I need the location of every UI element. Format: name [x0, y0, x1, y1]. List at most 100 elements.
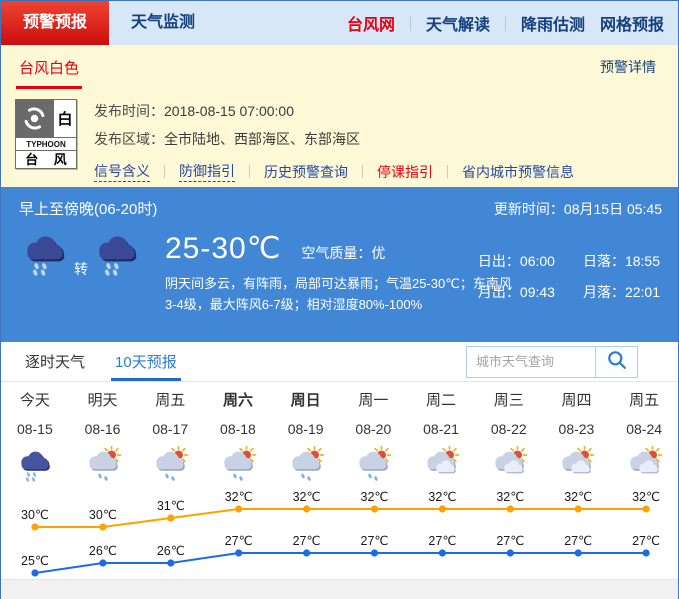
nav-tab-1[interactable]: 天气监测	[109, 1, 217, 45]
svg-text:32℃: 32℃	[361, 490, 389, 504]
sun-moon-times: 日出：06:00日落：18:55月出：09:43月落：22:01	[478, 251, 660, 302]
day-name: 周六	[204, 388, 272, 414]
day-date: 08-15	[1, 414, 69, 442]
forecast-day-column-2: 周五08-17	[136, 388, 204, 486]
warning-link-3[interactable]: 停课指引	[377, 162, 433, 182]
search-button[interactable]	[596, 346, 638, 378]
publish-area-label: 发布区域：	[94, 131, 164, 147]
city-weather-search	[466, 346, 638, 378]
typhoon-cn-label: 台 风	[16, 150, 76, 168]
sun-moon-item-2: 月出：09:43	[478, 282, 555, 302]
weather-icon-sun-cloudy	[475, 442, 543, 486]
day-date: 08-17	[136, 414, 204, 442]
link-separator	[249, 165, 250, 178]
transition-label: 转	[74, 259, 88, 279]
day-name: 周五	[136, 388, 204, 414]
nav-tab-0[interactable]: 预警预报	[1, 1, 109, 45]
warning-panel: 白 TYPHOON 台 风 发布时间：2018-08-15 07:00:00 发…	[1, 89, 678, 187]
day-date: 08-24	[610, 414, 678, 442]
warning-type-tab[interactable]: 台风白色	[19, 45, 79, 89]
link-separator	[447, 165, 448, 178]
nav-link-3[interactable]: 网格预报	[600, 11, 664, 35]
day-name: 明天	[69, 388, 137, 414]
warning-info: 发布时间：2018-08-15 07:00:00 发布区域：全市陆地、西部海区、…	[94, 99, 574, 187]
sun-moon-item-1: 日落：18:55	[583, 251, 660, 271]
nav-link-1[interactable]: 天气解读	[426, 11, 490, 35]
forecast-day-column-1: 明天08-16	[69, 388, 137, 486]
warning-link-1[interactable]: 防御指引	[179, 161, 235, 182]
svg-text:27℃: 27℃	[564, 534, 592, 548]
weather-warning-page: 预警预报天气监测 台风网 天气解读 降雨估测网格预报 台风白色 预警详情 白 TYP…	[0, 0, 679, 599]
temperature-range: 25-30℃	[165, 231, 281, 266]
nav-link-0[interactable]: 台风网	[347, 11, 395, 35]
typhoon-spiral-icon	[16, 100, 54, 137]
svg-text:30℃: 30℃	[89, 508, 117, 522]
forecast-tab-bar: 逐时天气 10天预报	[1, 342, 678, 382]
current-weather-icon-rain-big	[19, 229, 71, 281]
svg-text:32℃: 32℃	[496, 490, 524, 504]
tab-1[interactable]: 10天预报	[115, 342, 177, 381]
svg-text:31℃: 31℃	[157, 499, 185, 513]
weather-description: 阴天间多云，有阵雨，局部可达暴雨；气温25-30℃；东南风3-4级，最大阵风6-…	[165, 273, 517, 315]
svg-text:32℃: 32℃	[225, 490, 253, 504]
svg-text:27℃: 27℃	[225, 534, 253, 548]
day-name: 周三	[475, 388, 543, 414]
day-date: 08-19	[272, 414, 340, 442]
warning-link-2[interactable]: 历史预警查询	[264, 162, 348, 182]
air-quality: 空气质量：优	[301, 243, 385, 263]
day-name: 周四	[543, 388, 611, 414]
top-nav: 预警预报天气监测 台风网 天气解读 降雨估测网格预报	[1, 1, 678, 45]
top-nav-right: 台风网 天气解读 降雨估测网格预报	[332, 1, 678, 45]
update-time: 更新时间：08月15日 05:45	[494, 199, 662, 219]
forecast-day-column-4: 周日08-19	[272, 388, 340, 486]
search-icon	[606, 349, 628, 374]
day-date: 08-21	[407, 414, 475, 442]
forecast-tabs: 逐时天气 10天预报	[25, 342, 207, 381]
publish-area-row: 发布区域：全市陆地、西部海区、东部海区	[94, 129, 574, 150]
publish-area-value: 全市陆地、西部海区、东部海区	[164, 131, 360, 147]
forecast-days-grid: 今天08-15明天08-16周五08-17周六08-18周日08-19周一08-…	[1, 382, 678, 486]
tab-0[interactable]: 逐时天气	[25, 342, 85, 381]
publish-time-row: 发布时间：2018-08-15 07:00:00	[94, 101, 574, 122]
sun-moon-item-0: 日出：06:00	[478, 251, 555, 271]
svg-text:32℃: 32℃	[632, 490, 660, 504]
top-nav-left: 预警预报天气监测	[1, 1, 217, 45]
typhoon-en-label: TYPHOON	[16, 137, 76, 150]
warning-link-0[interactable]: 信号含义	[94, 161, 150, 182]
day-date: 08-18	[204, 414, 272, 442]
bottom-strip	[1, 579, 678, 599]
svg-text:32℃: 32℃	[293, 490, 321, 504]
forecast-day-column-0: 今天08-15	[1, 388, 69, 486]
day-date: 08-22	[475, 414, 543, 442]
day-name: 周五	[610, 388, 678, 414]
forecast-day-column-3: 周六08-18	[204, 388, 272, 486]
weather-icon-sun-rain	[272, 442, 340, 486]
day-name: 周二	[407, 388, 475, 414]
weather-icon-sun-cloudy	[407, 442, 475, 486]
weather-icon-sun-rain	[69, 442, 137, 486]
search-input[interactable]	[466, 346, 596, 378]
day-date: 08-16	[69, 414, 137, 442]
svg-text:25℃: 25℃	[21, 554, 49, 568]
current-weather-panel: 早上至傍晚(06-20时) 更新时间：08月15日 05:45 转 25-30℃…	[1, 187, 678, 342]
day-name: 今天	[1, 388, 69, 414]
nav-separator	[505, 16, 506, 31]
warning-link-4[interactable]: 省内城市预警信息	[462, 162, 574, 182]
svg-text:27℃: 27℃	[496, 534, 524, 548]
day-name: 周日	[272, 388, 340, 414]
weather-icon-sun-cloudy	[610, 442, 678, 486]
forecast-day-column-9: 周五08-24	[610, 388, 678, 486]
svg-text:26℃: 26℃	[157, 544, 185, 558]
warning-bar: 台风白色 预警详情	[1, 45, 678, 89]
weather-icon-rain	[1, 442, 69, 486]
svg-text:30℃: 30℃	[21, 508, 49, 522]
ten-day-forecast: 今天08-15明天08-16周五08-17周六08-18周日08-19周一08-…	[1, 382, 678, 579]
nav-separator	[410, 16, 411, 31]
link-separator	[164, 165, 165, 178]
publish-time-label: 发布时间：	[94, 103, 164, 119]
publish-time-value: 2018-08-15 07:00:00	[164, 103, 294, 119]
nav-link-2[interactable]: 降雨估测	[521, 11, 585, 35]
warning-detail-link[interactable]: 预警详情	[600, 57, 656, 77]
typhoon-warning-badge: 白 TYPHOON 台 风	[15, 99, 77, 169]
forecast-day-column-7: 周三08-22	[475, 388, 543, 486]
